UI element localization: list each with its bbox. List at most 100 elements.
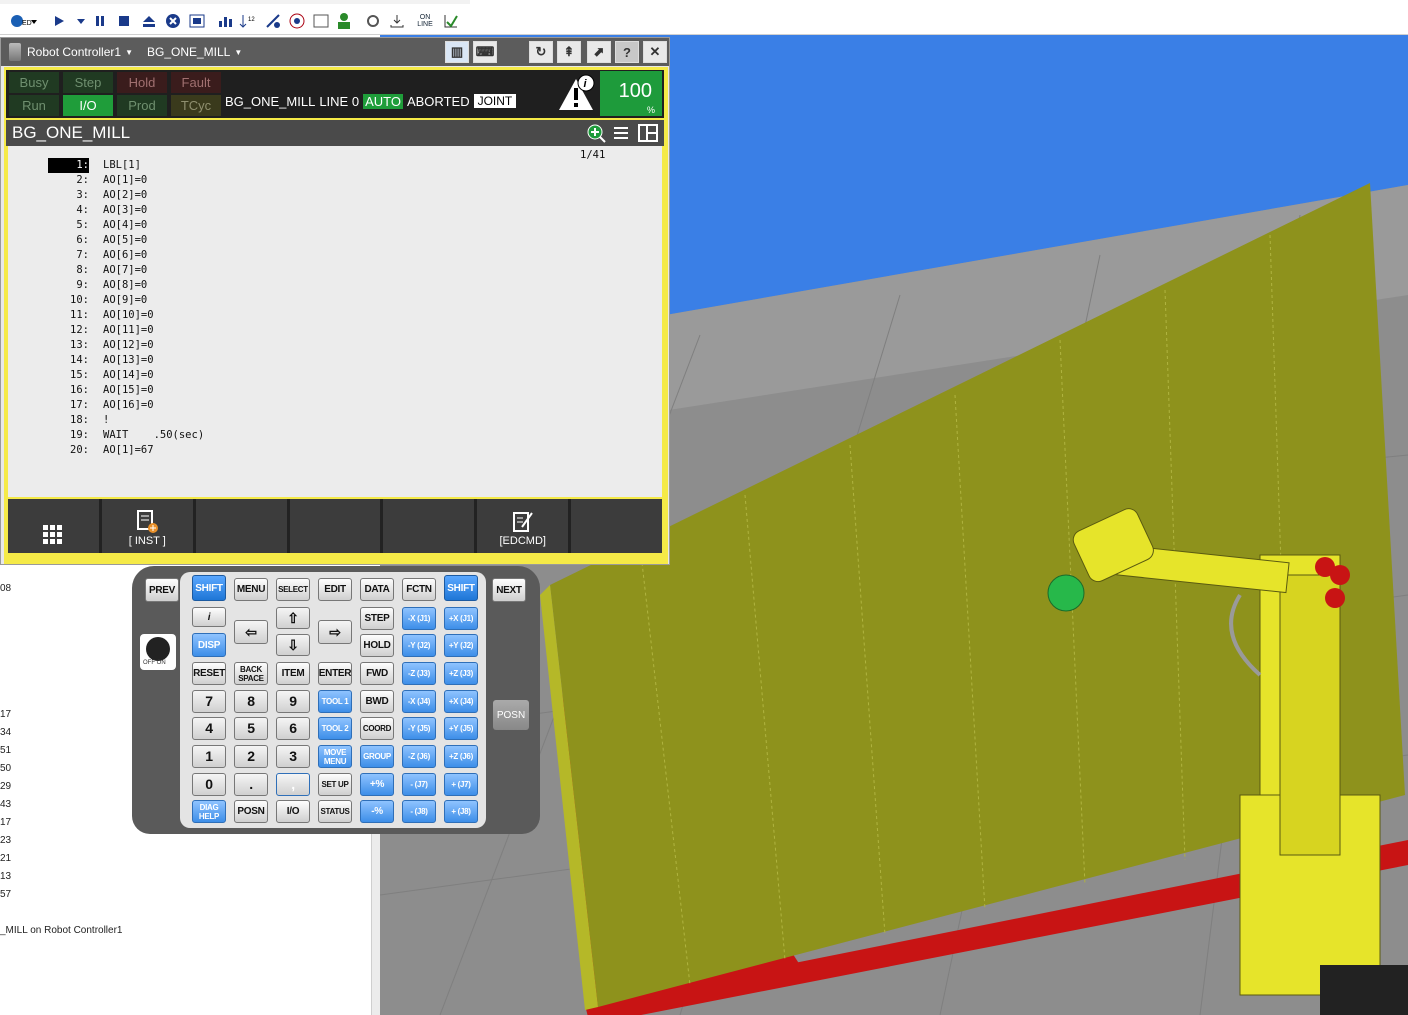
disp-key[interactable]: DISP [192,633,226,657]
download-icon[interactable] [388,11,406,31]
arrow-up-key[interactable]: ⇧ [276,607,310,629]
enable-switch[interactable]: OFF ON [140,634,176,670]
io-key[interactable]: I/O [276,800,310,823]
override-indicator[interactable]: 100 % [600,71,662,116]
refresh-icon[interactable] [364,11,382,31]
keyboard-icon[interactable]: ⌨ [473,41,497,63]
list-menu-icon[interactable] [612,124,630,147]
jog-minus-key[interactable]: -Z (J6) [402,745,436,768]
menu-key[interactable]: MENU [234,578,268,601]
data-key[interactable]: DATA [360,578,394,601]
key-0[interactable]: 0 [192,773,226,796]
key-3[interactable]: 3 [276,745,310,768]
step-key[interactable]: STEP [360,607,394,630]
check-arrow-icon[interactable] [442,11,460,31]
jog-plus-key[interactable]: + (J8) [444,800,478,823]
program-dropdown[interactable]: BG_ONE_MILL ▼ [147,45,242,59]
jog-plus-key[interactable]: +Z (J3) [444,662,478,685]
tool2-key[interactable]: TOOL 2 [318,717,352,740]
operator-icon[interactable] [334,11,354,31]
pause-icon[interactable] [92,11,108,31]
jog-plus-key[interactable]: +X (J4) [444,690,478,713]
controller-dropdown[interactable]: Robot Controller1 ▼ [27,45,133,59]
pin-icon[interactable]: ⇞ [557,41,581,63]
jog-minus-key[interactable]: - (J7) [402,773,436,796]
key-6[interactable]: 6 [276,717,310,740]
fkey-3[interactable] [195,499,287,553]
enter-key[interactable]: ENTER [318,662,352,685]
reset-key[interactable]: RESET [192,662,226,685]
online-button[interactable]: ON LINE [412,11,438,31]
plus-percent-key[interactable]: +% [360,773,394,796]
key-7[interactable]: 7 [192,690,226,713]
refresh-icon[interactable]: ↻ [529,41,553,63]
pendant-icon[interactable]: ▥ [445,41,469,63]
coord-key[interactable]: COORD [360,717,394,740]
setup-key[interactable]: SET UP [318,773,352,796]
key-1[interactable]: 1 [192,745,226,768]
jog-plus-key[interactable]: + (J7) [444,773,478,796]
fkey-menu[interactable] [8,499,99,553]
jog-minus-key[interactable]: -Z (J3) [402,662,436,685]
prev-key[interactable]: PREV [145,578,179,602]
eject-icon[interactable] [140,11,158,31]
backspace-key[interactable]: BACK SPACE [234,662,268,685]
jog-minus-key[interactable]: -Y (J5) [402,717,436,740]
move-menu-key[interactable]: MOVE MENU [318,745,352,768]
edit-key[interactable]: EDIT [318,578,352,601]
target-icon[interactable] [288,11,306,31]
next-key[interactable]: NEXT [492,578,526,602]
tool1-key[interactable]: TOOL 1 [318,690,352,713]
io-panel-icon[interactable] [188,11,206,31]
jog-minus-key[interactable]: -X (J4) [402,690,436,713]
key-5[interactable]: 5 [234,717,268,740]
arrow-right-key[interactable]: ⇨ [318,620,352,644]
fkey-7[interactable] [571,499,663,553]
key-dot[interactable]: . [234,773,268,796]
diag-help-key[interactable]: DIAG HELP [192,800,226,823]
sort-icon[interactable]: 12 [238,11,258,31]
abort-icon[interactable] [164,11,182,31]
key-4[interactable]: 4 [192,717,226,740]
jog-plus-key[interactable]: +Y (J2) [444,634,478,657]
zoom-in-icon[interactable] [586,123,606,148]
hold-key[interactable]: HOLD [360,634,394,657]
bwd-key[interactable]: BWD [360,690,394,713]
key-8[interactable]: 8 [234,690,268,713]
record-dropdown-button[interactable]: ED [6,11,40,31]
popout-icon[interactable]: ⬈ [587,41,611,63]
info-key[interactable]: i [192,607,226,627]
program-listing[interactable]: 1/41 1: LBL[1] 2: AO[1]=0 3: AO[2]=0 4: AO[3]=0… [8,146,662,497]
help-icon[interactable]: ? [615,41,639,63]
chart-icon[interactable] [216,11,234,31]
fkey-4[interactable] [289,499,381,553]
jog-plus-key[interactable]: +X (J1) [444,607,478,630]
window-icon[interactable] [312,11,330,31]
jog-minus-key[interactable]: -Y (J2) [402,634,436,657]
fkey-5[interactable] [383,499,475,553]
posn-side-button[interactable]: POSN [493,700,529,730]
key-9[interactable]: 9 [276,690,310,713]
select-key[interactable]: SELECT [276,578,310,601]
fwd-key[interactable]: FWD [360,662,394,685]
minus-percent-key[interactable]: -% [360,800,394,823]
close-icon[interactable]: ✕ [643,41,667,63]
jog-minus-key[interactable]: - (J8) [402,800,436,823]
arrow-left-key[interactable]: ⇦ [234,620,268,644]
tools-icon[interactable] [264,11,282,31]
warning-info-icon[interactable]: i [556,73,598,113]
status-key[interactable]: STATUS [318,800,352,823]
play-icon[interactable] [50,11,68,31]
posn-key[interactable]: POSN [234,800,268,823]
stop-icon[interactable] [116,11,132,31]
key-comma[interactable]: , [276,773,310,796]
fkey-inst[interactable]: [ INST ] [101,499,193,553]
key-2[interactable]: 2 [234,745,268,768]
jog-minus-key[interactable]: -X (J1) [402,607,436,630]
shift-key-right[interactable]: SHIFT [444,575,478,601]
arrow-down-key[interactable]: ⇩ [276,634,310,656]
split-view-icon[interactable] [638,124,658,147]
group-key[interactable]: GROUP [360,745,394,768]
fctn-key[interactable]: FCTN [402,578,436,601]
fkey-edcmd[interactable]: [EDCMD] [477,499,569,553]
